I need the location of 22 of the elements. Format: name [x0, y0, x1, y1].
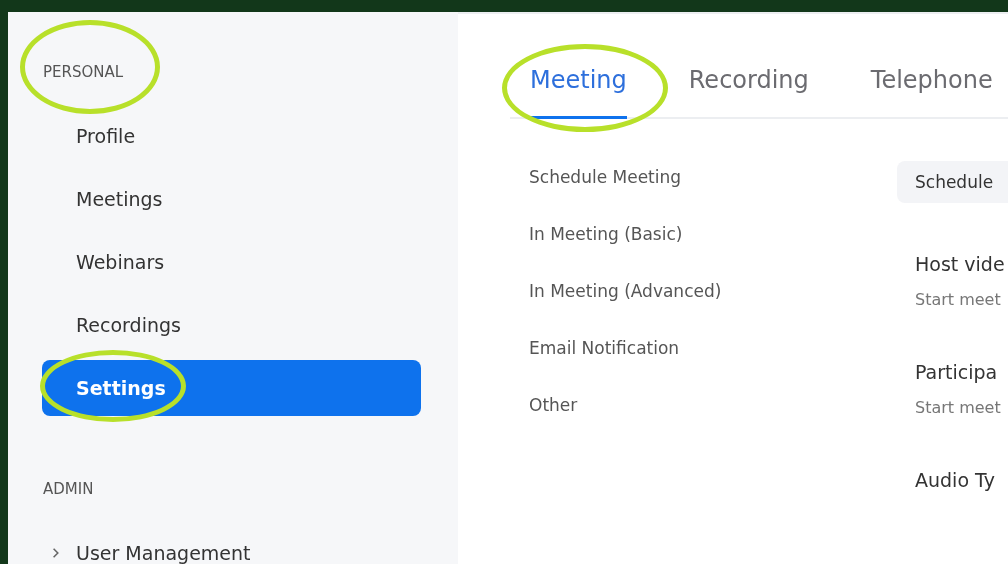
section-header: Schedule [897, 161, 1008, 203]
section-link[interactable]: Other [529, 393, 897, 417]
setting-description: Start meet [915, 398, 1002, 417]
setting-title: Audio Ty [915, 468, 996, 493]
sidebar-item[interactable]: Settings [42, 359, 421, 416]
setting-description: Start meet [915, 290, 1002, 309]
setting-title: Host vide [915, 252, 1006, 277]
sidebar-item[interactable]: Webinars [42, 233, 421, 290]
tab[interactable]: Meeting [530, 60, 627, 119]
sidebar-item[interactable]: Profile [42, 107, 421, 164]
section-link[interactable]: In Meeting (Basic) [529, 222, 897, 246]
section-heading: ADMIN [43, 479, 94, 500]
setting-title: Participa [915, 360, 999, 385]
section-heading: PERSONAL [43, 62, 124, 83]
tab[interactable]: Telephone [870, 60, 993, 119]
sidebar-item[interactable]: Recordings [42, 296, 421, 353]
section-link[interactable]: In Meeting (Advanced) [529, 279, 897, 303]
sidebar-item[interactable]: Meetings [42, 170, 421, 227]
section-link[interactable]: Schedule Meeting [529, 165, 897, 189]
tab[interactable]: Recording [688, 60, 809, 119]
sidebar-item[interactable]: User Management [42, 524, 421, 564]
section-link[interactable]: Email Notification [529, 336, 897, 360]
